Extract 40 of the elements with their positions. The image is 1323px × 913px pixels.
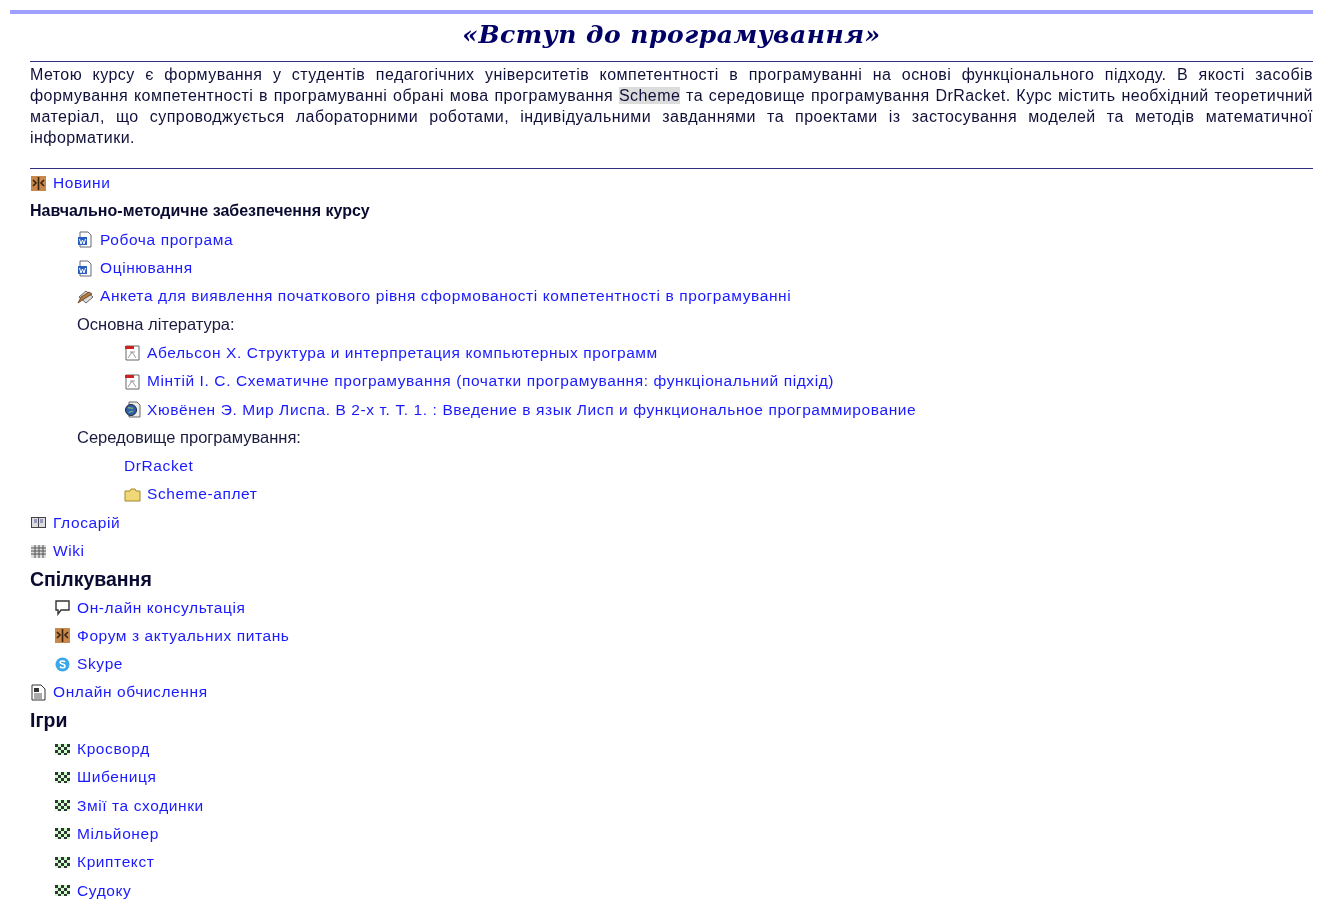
resource-link[interactable]: Wiki	[53, 542, 85, 560]
grid-icon	[30, 542, 47, 560]
resource-link[interactable]: Мінтій І. С. Схематичне програмування (початки програмування: функціональний підхід)	[147, 372, 835, 391]
resource-link[interactable]: Криптекст	[77, 853, 155, 872]
folder-icon	[124, 485, 141, 503]
section-heading: Ігри	[30, 709, 68, 733]
resource-link[interactable]: Оцінювання	[100, 259, 193, 278]
resource-link[interactable]: Шибениця	[77, 768, 157, 787]
resource-link[interactable]: Глосарій	[53, 513, 121, 532]
resource-label: Основна література:	[77, 315, 235, 335]
speech-bubble-icon	[54, 599, 71, 617]
section-heading: Навчально-методичне забезпечення курсу	[30, 202, 370, 221]
skype-icon	[54, 655, 71, 673]
resource-label: Середовище програмування:	[77, 428, 301, 448]
resource-link[interactable]: Форум з актуальних питань	[77, 626, 290, 645]
resource-link[interactable]: Анкета для виявлення початкового рівня сформованості компетентності в програмуванні	[100, 287, 792, 306]
forum-icon	[54, 627, 71, 645]
document-icon	[77, 231, 94, 249]
page-icon	[30, 684, 47, 701]
globe-document-icon	[124, 401, 141, 418]
resource-link[interactable]: Хювёнен Э. Мир Лиспа. В 2-х т. Т. 1. : Введение в язык Лисп и функциональное программирование	[147, 400, 917, 419]
resource-link[interactable]: Skype	[77, 655, 124, 674]
pdf-icon	[124, 372, 141, 390]
section-heading: Спілкування	[30, 567, 152, 591]
resource-link[interactable]: Робоча програма	[100, 230, 234, 249]
resource-link[interactable]: Абельсон Х. Структура и интерпретация компьютерных программ	[147, 343, 658, 362]
resource-link[interactable]: Scheme-аплет	[147, 485, 258, 504]
pdf-icon	[124, 344, 141, 362]
forum-icon	[30, 174, 47, 192]
resource-link[interactable]: DrRacket	[124, 457, 194, 476]
resource-link[interactable]: Онлайн обчислення	[53, 683, 208, 702]
resource-link[interactable]: Он-лайн консультація	[77, 598, 246, 617]
resource-link[interactable]: Змії та сходинки	[77, 796, 204, 815]
resource-link[interactable]: Мільйонер	[77, 824, 159, 843]
course-description: Метою курсу є формування у студентів педагогічних університетів компетентності в програмуванні на основі функціонального підходу. В якості засобів формування компетентності в програмуванні обрані мова програмування Scheme та середовище програмування DrRacket. Курс містить необхідний теоретичний матеріал, що супроводжується лабораторними роботами, індивідуальними завданнями та проектами із застосування моделей та методів математичної інформатики.	[30, 65, 1313, 148]
page-title: «Вступ до програмування»	[461, 20, 882, 49]
document-icon	[77, 259, 94, 277]
resource-link[interactable]: Судоку	[77, 881, 132, 900]
resource-link[interactable]: Новини	[53, 174, 111, 193]
resource-link[interactable]: Кросворд	[77, 740, 150, 759]
